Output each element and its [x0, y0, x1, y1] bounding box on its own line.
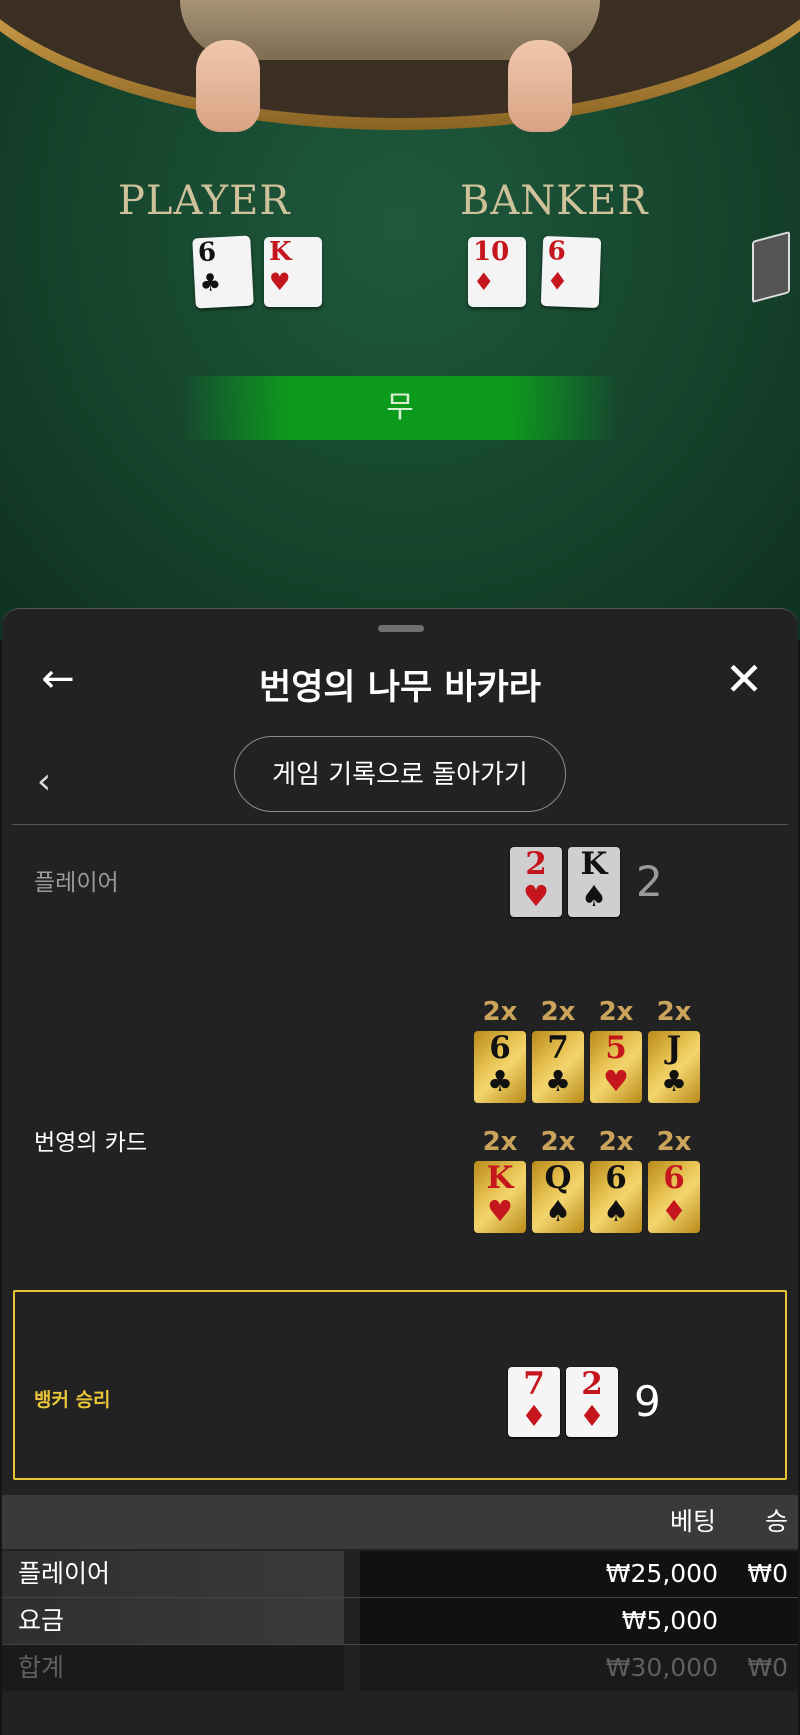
prosperity-card: 7 ♣	[532, 1031, 584, 1103]
banker-card: 7 ♦	[508, 1367, 560, 1437]
total-label: 합계	[2, 1645, 344, 1691]
column-header-bet: 베팅	[669, 1507, 716, 1536]
live-video-table: PLAYER BANKER 6 ♣ K ♥ 10 ♦ 6 ♦ 무	[0, 0, 800, 640]
round-result-banner: 무	[180, 376, 620, 440]
card-shoe	[752, 230, 790, 304]
banker-score: 9	[634, 1377, 661, 1426]
player-score: 2	[636, 857, 663, 906]
prosperity-card: 6 ♣	[474, 1031, 526, 1103]
prosperity-card: 6 ♦	[648, 1161, 700, 1233]
multiplier-badge: 2x	[598, 1127, 634, 1157]
total-bet-amount: ₩30,000	[605, 1653, 718, 1682]
chevron-left-icon[interactable]: ‹	[26, 756, 62, 806]
multiplier-badge: 2x	[598, 997, 634, 1027]
table-banker-card: 10 ♦	[468, 237, 526, 307]
multiplier-badge: 2x	[482, 997, 518, 1027]
multiplier-badge: 2x	[540, 997, 576, 1027]
prosperity-card: 5 ♥	[590, 1031, 642, 1103]
table-row: 요금 ₩5,000	[2, 1598, 798, 1644]
table-banker-card: 6 ♦	[540, 236, 602, 308]
table-banker-label: BANKER	[460, 178, 649, 224]
table-player-card: 6 ♣	[192, 235, 254, 309]
multiplier-badge: 2x	[656, 1127, 692, 1157]
win-amount: ₩0	[747, 1559, 788, 1588]
back-to-history-button[interactable]: 게임 기록으로 돌아가기	[234, 736, 566, 812]
bet-amount: ₩5,000	[621, 1606, 718, 1635]
player-card: 2 ♥	[510, 847, 562, 917]
multiplier-badge: 2x	[540, 1127, 576, 1157]
dealer-left-hand	[196, 40, 260, 132]
table-player-card: K ♥	[264, 237, 322, 307]
bet-amount: ₩25,000	[605, 1559, 718, 1588]
prosperity-card: 6 ♠	[590, 1161, 642, 1233]
sheet-grab-handle[interactable]	[378, 625, 424, 632]
winning-hand-highlight	[13, 1290, 787, 1480]
prosperity-card: J ♣	[648, 1031, 700, 1103]
prosperity-card: K ♥	[474, 1161, 526, 1233]
banker-win-label: 뱅커 승리	[34, 1389, 111, 1411]
player-row-label: 플레이어	[34, 870, 119, 896]
bet-name: 플레이어	[2, 1551, 344, 1597]
bet-name: 요금	[2, 1598, 344, 1644]
table-row-total: 합계 ₩30,000 ₩0	[2, 1645, 798, 1691]
dealer-right-hand	[508, 40, 572, 132]
banker-card: 2 ♦	[566, 1367, 618, 1437]
table-player-label: PLAYER	[118, 178, 291, 224]
player-card: K ♠	[568, 847, 620, 917]
multiplier-badge: 2x	[482, 1127, 518, 1157]
prosperity-cards-label: 번영의 카드	[34, 1130, 148, 1156]
close-icon[interactable]: ✕	[714, 649, 774, 709]
total-win-amount: ₩0	[747, 1653, 788, 1682]
column-header-win: 승	[764, 1507, 788, 1536]
divider	[12, 824, 788, 825]
table-rail	[0, 0, 800, 140]
multiplier-badge: 2x	[656, 997, 692, 1027]
prosperity-card: Q ♠	[532, 1161, 584, 1233]
table-row: 플레이어 ₩25,000 ₩0	[2, 1551, 798, 1597]
page-title: 번영의 나무 바카라	[259, 668, 541, 708]
